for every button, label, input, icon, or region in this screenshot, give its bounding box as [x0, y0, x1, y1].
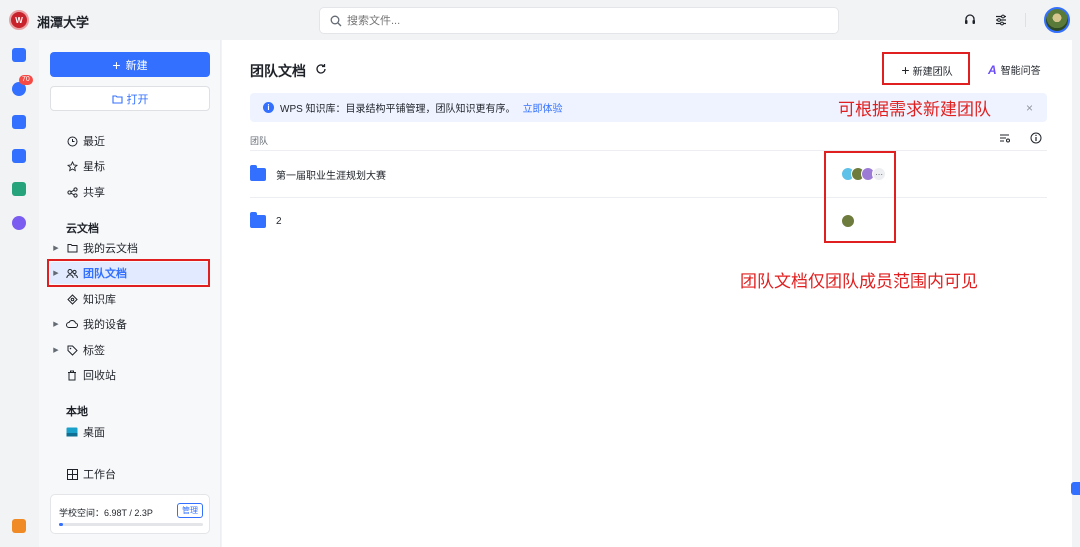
storage-panel: 学校空间：6.98T / 2.3P 管理 [50, 494, 210, 534]
sidebar-item-trash[interactable]: 回收站 [50, 364, 210, 386]
team-name: 2 [276, 215, 282, 227]
ai-qa-label: 智能问答 [1000, 66, 1041, 77]
sidebar-item-label: 工作台 [83, 469, 116, 481]
expand-arrow-icon[interactable]: ▶ [50, 244, 62, 252]
top-bar: W 湘潭大学 [0, 0, 1080, 40]
calendar-app-icon[interactable] [12, 149, 26, 163]
new-button-label: 新建 [125, 59, 148, 72]
sidebar-item-label: 最近 [83, 136, 105, 148]
close-icon[interactable]: × [1026, 101, 1033, 115]
sidebar-item-label: 我的设备 [83, 319, 127, 331]
sidebar-item-shared[interactable]: 共享 [50, 181, 210, 203]
storage-progress-bar [59, 523, 203, 526]
highlight-team-docs [47, 259, 210, 287]
highlight-members [824, 151, 896, 243]
cloud-section-label: 云文档 [66, 223, 99, 235]
folder-open-icon [111, 94, 123, 104]
workbench-icon [66, 468, 78, 480]
docs-app-icon[interactable] [12, 48, 26, 62]
annotation-new-team: 可根据需求新建团队 [838, 100, 991, 119]
ai-logo-icon: A [988, 62, 997, 77]
user-avatar[interactable] [1044, 7, 1070, 33]
open-button-label: 打开 [126, 93, 149, 106]
new-button[interactable]: + 新建 [50, 52, 210, 77]
settings-sliders-icon[interactable] [992, 11, 1010, 29]
notification-badge: 70 [19, 75, 33, 85]
sidebar-item-my-devices[interactable]: ▶ 我的设备 [50, 313, 210, 335]
sheet-app-icon[interactable] [12, 182, 26, 196]
highlight-new-team [882, 52, 970, 85]
team-folder-icon [250, 211, 266, 228]
app-title: 湘潭大学 [37, 15, 90, 30]
star-icon [66, 160, 78, 172]
sidebar-item-my-cloud[interactable]: ▶ 我的云文档 [50, 237, 210, 259]
sidebar-item-tags[interactable]: ▶ 标签 [50, 339, 210, 361]
info-icon: i [263, 102, 274, 113]
desktop-icon [66, 426, 78, 438]
sort-filter-icon[interactable] [999, 132, 1011, 147]
sidebar-item-label: 星标 [83, 161, 105, 173]
device-icon [66, 318, 78, 330]
feedback-app-icon[interactable] [12, 519, 26, 533]
table-row[interactable]: 第一届职业生涯规划大赛 ⋯ [250, 151, 1047, 197]
plus-icon: + [112, 56, 121, 73]
info-circle-icon[interactable] [1030, 132, 1042, 147]
sidebar: + 新建 打开 最近 星标 共享 云文档 ▶ 我的云文档 ▶ 团队文档 知识库 ▶… [39, 40, 221, 547]
knowledge-icon [66, 293, 78, 305]
annotation-visibility: 团队文档仅团队成员范围内可见 [740, 272, 978, 291]
refresh-icon[interactable] [315, 63, 327, 78]
sidebar-item-label: 回收站 [83, 370, 116, 382]
local-section-label: 本地 [66, 406, 88, 418]
university-logo: W [9, 10, 29, 30]
notice-text: WPS 知识库：目录结构平铺管理，团队知识更有序。 [280, 104, 516, 115]
sidebar-item-knowledge-base[interactable]: 知识库 [50, 288, 210, 310]
app-rail [0, 40, 38, 547]
team-name: 第一届职业生涯规划大赛 [276, 170, 386, 182]
logo-letter: W [15, 15, 23, 25]
ai-qa-button[interactable]: A 智能问答 [988, 62, 1041, 78]
sidebar-item-label: 我的云文档 [83, 243, 138, 255]
side-assistant-tab[interactable] [1071, 482, 1080, 495]
team-folder-icon [250, 164, 266, 181]
expand-arrow-icon[interactable]: ▶ [50, 320, 62, 328]
table-row[interactable]: 2 [250, 198, 1047, 244]
search-input[interactable] [347, 14, 807, 27]
page-title: 团队文档 [250, 63, 306, 79]
manage-storage-button[interactable]: 管理 [177, 503, 203, 518]
open-button[interactable]: 打开 [50, 86, 210, 111]
share-icon [66, 186, 78, 198]
headset-icon[interactable] [961, 11, 979, 29]
clock-icon [66, 135, 78, 147]
try-now-link[interactable]: 立即体验 [523, 100, 563, 115]
trash-icon [66, 369, 78, 381]
sidebar-item-label: 知识库 [83, 294, 116, 306]
sidebar-item-label: 标签 [83, 345, 105, 357]
sidebar-item-desktop[interactable]: 桌面 [50, 421, 210, 443]
sidebar-item-label: 共享 [83, 187, 105, 199]
storage-usage-text: 学校空间：6.98T / 2.3P [59, 508, 153, 518]
meeting-app-icon[interactable] [12, 115, 26, 129]
search-icon [330, 15, 342, 26]
column-header-team: 团队 [250, 136, 269, 146]
tag-icon [66, 344, 78, 356]
search-bar[interactable] [319, 7, 839, 34]
sidebar-item-starred[interactable]: 星标 [50, 155, 210, 177]
storage-progress-fill [59, 523, 64, 526]
sidebar-item-workbench[interactable]: 工作台 [50, 463, 210, 485]
sidebar-item-recent[interactable]: 最近 [50, 130, 210, 152]
divider [1023, 11, 1027, 29]
sidebar-item-label: 桌面 [83, 427, 105, 439]
ai-app-icon[interactable] [12, 216, 26, 230]
folder-icon [66, 242, 78, 254]
expand-arrow-icon[interactable]: ▶ [50, 346, 62, 354]
